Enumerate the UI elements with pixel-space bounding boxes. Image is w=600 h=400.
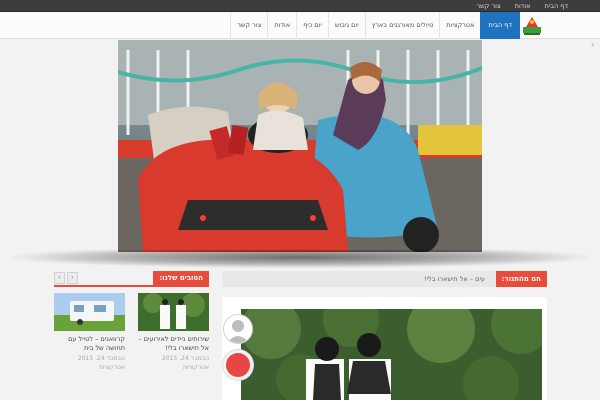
- ticker-label: חם מהתנור:: [495, 271, 547, 287]
- main-menu: דף הבית אטרקציות טיולים מאורגנים בארץ יו…: [230, 12, 520, 39]
- post-thumbnail[interactable]: [138, 293, 209, 331]
- carousel-prev-button[interactable]: ‹: [54, 272, 65, 284]
- post-date: נובמבר 24, 2015: [161, 355, 209, 362]
- carousel-next-button[interactable]: ›: [67, 272, 78, 284]
- author-avatar[interactable]: [223, 314, 253, 344]
- main-post-image[interactable]: [241, 309, 542, 400]
- ticker-headline[interactable]: עים – אל תישארו בלי!: [424, 271, 485, 287]
- nav-item-organized-trips[interactable]: טיולים מאורגנים בארץ: [364, 12, 440, 39]
- nav-item-team-building[interactable]: יום גיבוש: [327, 12, 365, 39]
- hero-slider-image[interactable]: [118, 40, 482, 252]
- site-logo[interactable]: [520, 13, 544, 37]
- chevron-right-icon[interactable]: ›: [591, 40, 594, 49]
- post-date: נובמבר 24, 2015: [77, 355, 125, 362]
- nav-item-attractions[interactable]: אטרקציות: [439, 12, 480, 39]
- nav-item-contact[interactable]: צור קשר: [230, 12, 267, 39]
- list-item[interactable]: שירותים ניידים לאירועים – אל תישארו בלי!…: [138, 293, 209, 371]
- breaking-news-ticker: חם מהתנור: עים – אל תישארו בלי!: [222, 271, 547, 287]
- nav-item-fun-day[interactable]: יום כיף: [296, 12, 328, 39]
- list-item[interactable]: קרוואנים – לטייל עם תחושה של בית נובמבר …: [54, 293, 125, 371]
- nav-item-about[interactable]: אודות: [267, 12, 296, 39]
- post-title[interactable]: שירותים ניידים לאירועים – אל תישארו בלי!: [138, 335, 209, 353]
- top-link-contact[interactable]: צור קשר: [477, 0, 501, 12]
- top-link-home[interactable]: דף הבית: [544, 0, 568, 12]
- post-title[interactable]: קרוואנים – לטייל עם תחושה של בית: [54, 335, 125, 353]
- nav-item-home[interactable]: דף הבית: [480, 12, 520, 39]
- post-category[interactable]: אטרקציות: [138, 364, 209, 371]
- main-navbar: דף הבית אטרקציות טיולים מאורגנים בארץ יו…: [0, 12, 600, 39]
- popular-posts-list: קרוואנים – לטייל עם תחושה של בית נובמבר …: [54, 293, 209, 371]
- popular-posts-widget: הטובים שלנו: ‹ › קרוואנים – לטייל עם תחו…: [54, 271, 209, 371]
- top-utility-bar: דף הבית אודות צור קשר: [0, 0, 600, 12]
- top-links: דף הבית אודות צור קשר: [477, 0, 568, 12]
- widget-header: הטובים שלנו: ‹ ›: [54, 271, 209, 287]
- top-link-about[interactable]: אודות: [515, 0, 531, 12]
- post-thumbnail[interactable]: [54, 293, 125, 331]
- post-category[interactable]: אטרקציות: [54, 364, 125, 371]
- slider-shadow: [10, 250, 590, 268]
- post-format-badge[interactable]: [223, 350, 253, 380]
- widget-title: הטובים שלנו:: [153, 271, 209, 285]
- carousel-arrows: ‹ ›: [54, 272, 78, 284]
